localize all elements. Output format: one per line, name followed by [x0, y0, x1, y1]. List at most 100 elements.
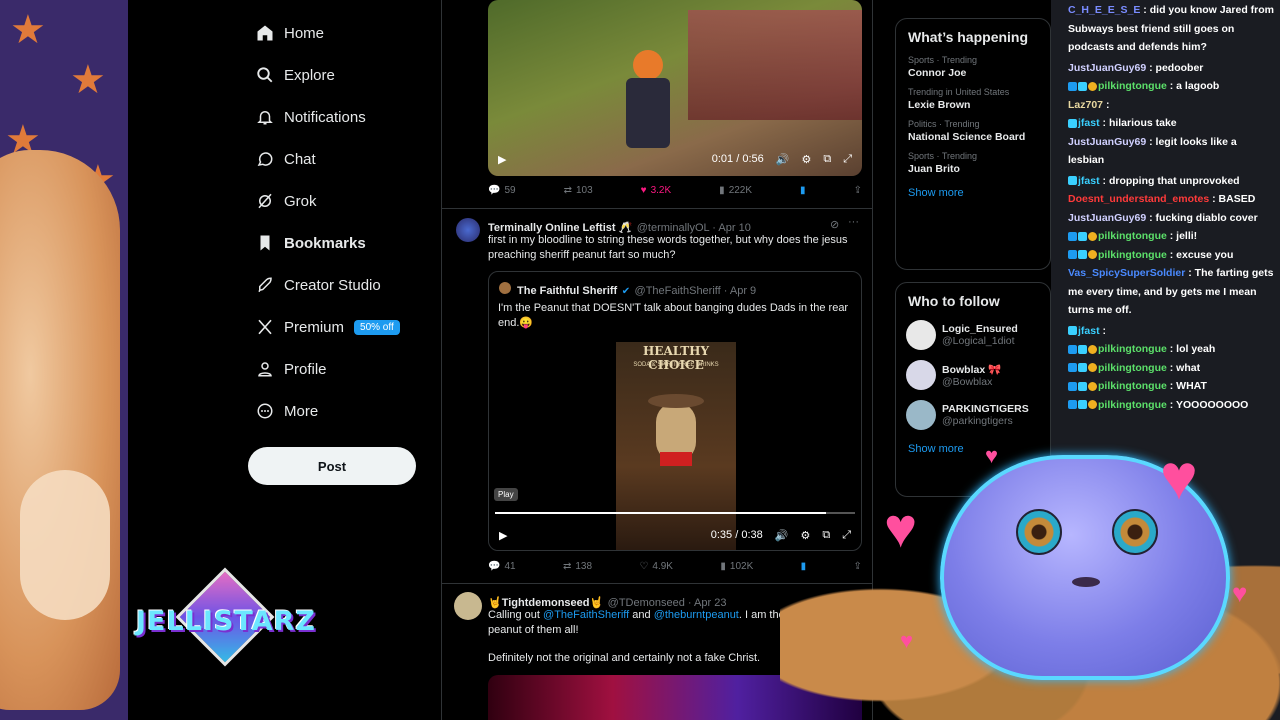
fullscreen-icon[interactable]: ⤢ — [843, 153, 852, 166]
sidebar-item-label: Creator Studio — [284, 276, 381, 294]
sub-badge-icon — [1068, 250, 1077, 260]
trend-category: Sports · Trending — [908, 55, 978, 65]
tweet-text-line: Definitely not the original and certainl… — [488, 652, 761, 664]
chat-username[interactable]: JustJuanGuy69 — [1068, 212, 1146, 224]
chat-message: JustJuanGuy69 : fucking diablo cover — [1068, 210, 1280, 226]
chat-username[interactable]: pilkingtongue — [1098, 380, 1167, 392]
retweet-count: 103 — [575, 185, 593, 196]
play-icon[interactable]: ▶ — [499, 529, 507, 542]
sidebar-item-chat[interactable]: Chat — [248, 142, 316, 176]
chat-username[interactable]: Vas_SpicySuperSoldier — [1068, 267, 1185, 279]
like-count: 4.9K — [652, 561, 673, 572]
star-badge-icon — [1078, 250, 1087, 260]
chat-username[interactable]: C_H_E_E_S_E — [1068, 4, 1140, 16]
chat-username[interactable]: Doesnt_understand_emotes — [1068, 193, 1209, 205]
show-more-link[interactable]: Show more — [896, 435, 1050, 463]
gold-badge-icon — [1088, 81, 1097, 91]
chat-username[interactable]: Laz707 — [1068, 99, 1103, 111]
avatar[interactable] — [456, 218, 480, 242]
views-button[interactable]: ▮ 102K — [720, 561, 753, 572]
chat-message: Subways best friend still goes on — [1068, 21, 1280, 37]
cat-paw — [20, 470, 110, 620]
chat-message: jfast : hilarious take — [1068, 115, 1280, 131]
chat-text: pedoober — [1155, 61, 1204, 74]
sidebar-item-explore[interactable]: Explore — [248, 58, 335, 92]
chat-username[interactable]: jfast — [1078, 175, 1100, 187]
game-video-player[interactable]: ▶ 0:01 / 0:56 🔊 ⚙ ⧉ ⤢ — [488, 0, 862, 176]
chat-message: jfast : dropping that unprovoked — [1068, 173, 1280, 189]
avatar — [906, 360, 936, 390]
chat-separator: : — [1166, 361, 1177, 374]
show-more-link[interactable]: Show more — [896, 179, 1050, 207]
views-button[interactable]: ▮ 222K — [719, 185, 752, 196]
bookmark-action[interactable]: ▮ — [800, 185, 806, 196]
heart-icon: ♡ — [639, 561, 649, 572]
more-options-icon[interactable]: ··· — [848, 216, 859, 228]
chat-username[interactable]: pilkingtongue — [1098, 399, 1167, 411]
follow-suggestion[interactable]: Bowblax 🎀 @Bowblax — [896, 355, 1050, 395]
sidebar-item-bookmarks[interactable]: Bookmarks — [248, 226, 366, 260]
chat-username[interactable]: pilkingtongue — [1098, 249, 1167, 261]
follow-suggestion[interactable]: PARKINGTIGERS @parkingtigers — [896, 395, 1050, 435]
sidebar-item-premium[interactable]: Premium 50% off — [248, 310, 400, 344]
chat-username[interactable]: jfast — [1078, 117, 1100, 129]
sidebar-item-creator-studio[interactable]: Creator Studio — [248, 268, 381, 302]
avatar[interactable] — [454, 592, 482, 620]
mention-link[interactable]: @TheFaithSheriff — [543, 609, 629, 621]
play-icon[interactable]: ▶ — [498, 153, 506, 166]
share-icon[interactable]: ⇪ — [854, 185, 862, 196]
chat-username[interactable]: pilkingtongue — [1098, 230, 1167, 242]
sidebar-item-notifications[interactable]: Notifications — [248, 100, 366, 134]
follow-suggestion[interactable]: Logic_Ensured @Logical_1diot — [896, 315, 1050, 355]
star-badge-icon — [1068, 176, 1077, 186]
post-button[interactable]: Post — [248, 447, 416, 485]
trend-item[interactable]: Politics · Trending National Science Boar… — [896, 115, 1050, 147]
chat-text: hilarious take — [1108, 117, 1177, 129]
sidebar-item-profile[interactable]: Profile — [248, 352, 327, 386]
mention-link[interactable]: @theburntpeanut — [654, 609, 739, 621]
like-button[interactable]: ♥ 3.2K — [641, 185, 672, 196]
reply-button[interactable]: 💬 59 — [488, 185, 516, 196]
gold-badge-icon — [1088, 250, 1097, 260]
trend-category: Politics · Trending — [908, 119, 980, 129]
chat-username[interactable]: JustJuanGuy69 — [1068, 62, 1146, 74]
chat-message: pilkingtongue : YOOOOOOOO — [1068, 397, 1280, 413]
mascot-left-eye — [1016, 509, 1062, 555]
sidebar-item-label: Grok — [284, 192, 317, 210]
retweet-icon: ⇄ — [562, 561, 572, 572]
retweet-button[interactable]: ⇄ 103 — [564, 185, 593, 196]
cowboy-hat — [648, 394, 704, 408]
grok-icon[interactable]: ⊘ — [830, 218, 839, 231]
volume-icon[interactable]: 🔊 — [776, 153, 790, 166]
trend-item[interactable]: Trending in United States Lexie Brown — [896, 83, 1050, 115]
trend-item[interactable]: Sports · Trending Juan Brito — [896, 147, 1050, 179]
tweet-text: Calling out @TheFaithSheriff and @thebur… — [488, 608, 828, 623]
chat-message: me every time, and by gets me I mean — [1068, 284, 1280, 300]
chat-username[interactable]: pilkingtongue — [1098, 80, 1167, 92]
home-icon — [248, 24, 284, 42]
chat-username[interactable]: pilkingtongue — [1098, 362, 1167, 374]
quoted-tweet-text: I'm the Peanut that DOESN'T talk about b… — [498, 302, 849, 329]
gold-badge-icon — [1088, 363, 1097, 373]
pip-icon[interactable]: ⧉ — [823, 153, 831, 166]
reply-count: 59 — [504, 185, 516, 196]
like-button[interactable]: ♡ 4.9K — [639, 561, 673, 572]
star-badge-icon — [1078, 344, 1087, 354]
trend-name: Lexie Brown — [908, 99, 971, 111]
chat-separator: : — [1099, 117, 1109, 129]
sidebar-item-home[interactable]: Home — [248, 16, 324, 50]
reply-button[interactable]: 💬 41 — [488, 561, 516, 572]
chat-username[interactable]: JustJuanGuy69 — [1068, 136, 1146, 148]
settings-icon[interactable]: ⚙ — [801, 153, 811, 166]
trend-item[interactable]: Sports · Trending Connor Joe — [896, 51, 1050, 83]
retweet-button[interactable]: ⇄ 138 — [563, 561, 592, 572]
chat-username[interactable]: pilkingtongue — [1098, 343, 1167, 355]
heart-decoration: ♥ — [1232, 578, 1248, 608]
chat-message: JustJuanGuy69 : legit looks like a — [1068, 134, 1280, 150]
sidebar-item-more[interactable]: More — [248, 394, 318, 428]
sidebar-item-label: More — [284, 402, 319, 420]
sidebar-item-grok[interactable]: Grok — [248, 184, 317, 218]
avatar — [499, 282, 511, 294]
chat-username[interactable]: jfast — [1078, 325, 1100, 337]
chat-text: fucking diablo cover — [1155, 211, 1258, 224]
